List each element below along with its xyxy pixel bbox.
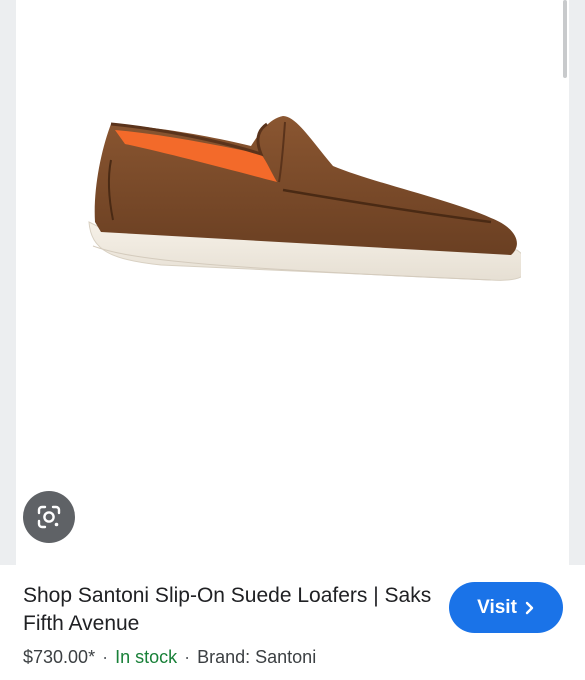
visit-button[interactable]: Visit — [449, 582, 563, 633]
product-meta-line: $730.00* · In stock · Brand: Santoni — [23, 647, 316, 668]
prev-image-edge — [0, 0, 16, 565]
chevron-right-icon — [525, 601, 535, 615]
product-title[interactable]: Shop Santoni Slip-On Suede Loafers | Sak… — [23, 582, 433, 638]
visit-button-label: Visit — [477, 596, 517, 618]
product-image-panel[interactable] — [16, 0, 569, 565]
product-result-view: Shop Santoni Slip-On Suede Loafers | Sak… — [0, 0, 585, 680]
lens-search-button[interactable] — [23, 491, 75, 543]
next-image-edge — [569, 0, 585, 565]
product-info-card: Shop Santoni Slip-On Suede Loafers | Sak… — [0, 565, 585, 680]
product-image[interactable] — [71, 110, 521, 300]
product-price: $730.00* — [23, 647, 96, 667]
product-brand: Brand: Santoni — [197, 647, 317, 667]
stock-status: In stock — [115, 647, 178, 667]
scrollbar-thumb[interactable] — [563, 0, 567, 78]
separator-dot: · — [184, 647, 191, 667]
google-lens-icon — [37, 505, 61, 529]
separator-dot: · — [102, 647, 109, 667]
